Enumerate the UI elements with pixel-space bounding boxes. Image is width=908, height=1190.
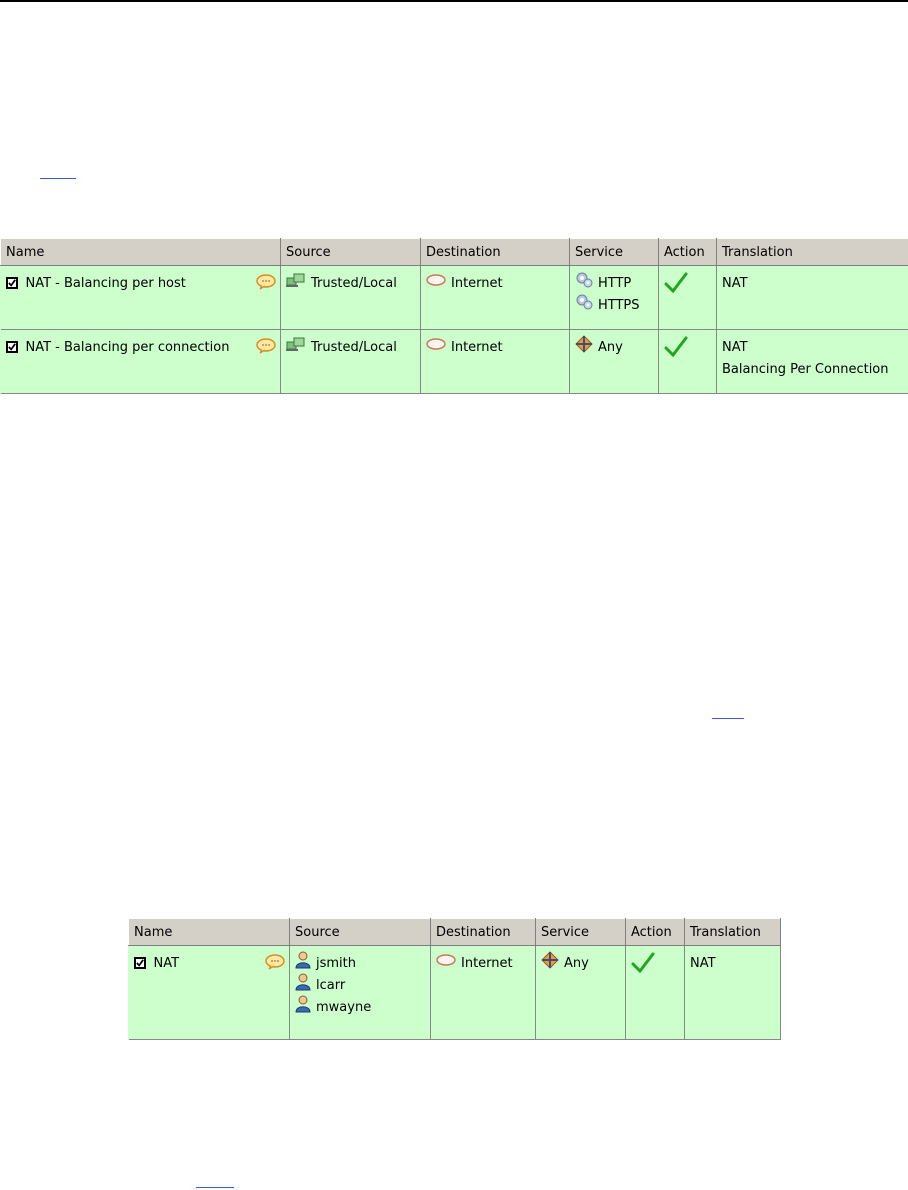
link-underline-2[interactable] xyxy=(712,718,744,719)
rule-name-cell[interactable]: NAT - Balancing per host xyxy=(0,265,281,330)
link-underline-1[interactable] xyxy=(40,178,76,179)
internet-cloud-icon xyxy=(436,953,456,974)
nat-rules-table-2: Name Source Destination Service Action T… xyxy=(128,918,781,1040)
translation-label: NAT xyxy=(722,275,748,291)
col-translation[interactable]: Translation xyxy=(716,238,908,266)
network-computers-icon xyxy=(286,336,306,359)
nat-rules-table-1: Name Source Destination Service Action T… xyxy=(0,238,908,394)
comment-bubble-icon[interactable] xyxy=(256,338,276,361)
service-label: HTTPS xyxy=(598,297,640,313)
destination-label: Internet xyxy=(451,275,503,291)
internet-cloud-icon xyxy=(426,273,446,294)
source-user-label: lcarr xyxy=(316,977,346,993)
rule-source-cell[interactable]: Trusted/Local xyxy=(280,265,421,330)
destination-label: Internet xyxy=(461,955,513,971)
rule-name-cell[interactable]: NAT - Balancing per connection xyxy=(0,329,281,394)
table-row[interactable]: NAT - Balancing per host Trusted/Local I… xyxy=(0,265,908,330)
translation-label: Balancing Per Connection xyxy=(722,361,889,377)
service-label: Any xyxy=(598,339,623,355)
col-destination[interactable]: Destination xyxy=(430,918,536,946)
allow-check-icon xyxy=(664,336,688,362)
col-destination[interactable]: Destination xyxy=(420,238,570,266)
col-source[interactable]: Source xyxy=(289,918,431,946)
rule-name: NAT - Balancing per host xyxy=(25,275,186,291)
user-icon xyxy=(295,995,311,1020)
checkbox-checked-icon[interactable] xyxy=(133,957,146,969)
col-name[interactable]: Name xyxy=(128,918,290,946)
rule-service-cell[interactable]: Any xyxy=(535,945,626,1040)
link-underline-3[interactable] xyxy=(196,1187,234,1188)
col-service[interactable]: Service xyxy=(535,918,626,946)
gear-service-icon xyxy=(575,293,593,318)
col-service[interactable]: Service xyxy=(569,238,659,266)
rule-service-cell[interactable]: Any xyxy=(569,329,659,394)
service-label: Any xyxy=(564,955,589,971)
table-header: Name Source Destination Service Action T… xyxy=(0,238,908,266)
checkbox-checked-icon[interactable] xyxy=(5,341,18,353)
service-label: HTTP xyxy=(598,275,632,291)
table-header: Name Source Destination Service Action T… xyxy=(128,918,781,946)
col-action[interactable]: Action xyxy=(625,918,685,946)
source-user-label: jsmith xyxy=(316,955,356,971)
col-translation[interactable]: Translation xyxy=(684,918,781,946)
translation-label: NAT xyxy=(722,339,748,355)
allow-check-icon xyxy=(631,952,655,978)
rule-action-cell[interactable] xyxy=(658,265,717,330)
rule-name: NAT xyxy=(153,955,180,971)
rule-destination-cell[interactable]: Internet xyxy=(430,945,536,1040)
internet-cloud-icon xyxy=(426,337,446,358)
source-label: Trusted/Local xyxy=(311,339,397,355)
any-service-icon xyxy=(541,950,559,976)
col-source[interactable]: Source xyxy=(280,238,421,266)
rule-destination-cell[interactable]: Internet xyxy=(420,329,570,394)
rule-action-cell[interactable] xyxy=(625,945,685,1040)
source-user-label: mwayne xyxy=(316,999,372,1015)
network-computers-icon xyxy=(286,272,306,295)
rule-source-cell[interactable]: Trusted/Local xyxy=(280,329,421,394)
rule-service-cell[interactable]: HTTP HTTPS xyxy=(569,265,659,330)
rule-action-cell[interactable] xyxy=(658,329,717,394)
comment-bubble-icon[interactable] xyxy=(256,274,276,297)
translation-label: NAT xyxy=(690,955,716,971)
table-row[interactable]: NAT - Balancing per connection Trusted/L… xyxy=(0,329,908,394)
comment-bubble-icon[interactable] xyxy=(265,954,285,977)
allow-check-icon xyxy=(664,272,688,298)
col-action[interactable]: Action xyxy=(658,238,717,266)
source-label: Trusted/Local xyxy=(311,275,397,291)
rule-name: NAT - Balancing per connection xyxy=(25,339,230,355)
rule-source-cell[interactable]: jsmith lcarr mwayne xyxy=(289,945,431,1040)
col-name[interactable]: Name xyxy=(0,238,281,266)
destination-label: Internet xyxy=(451,339,503,355)
rule-translation-cell[interactable]: NAT xyxy=(684,945,781,1040)
checkbox-checked-icon[interactable] xyxy=(5,277,18,289)
rule-destination-cell[interactable]: Internet xyxy=(420,265,570,330)
rule-name-cell[interactable]: NAT xyxy=(128,945,290,1040)
any-service-icon xyxy=(575,334,593,360)
top-rule xyxy=(0,0,908,2)
table-row[interactable]: NAT jsmith lcarr mwayne Internet Any NAT xyxy=(128,945,781,1040)
rule-translation-cell[interactable]: NAT xyxy=(716,265,908,330)
rule-translation-cell[interactable]: NAT Balancing Per Connection xyxy=(716,329,908,394)
